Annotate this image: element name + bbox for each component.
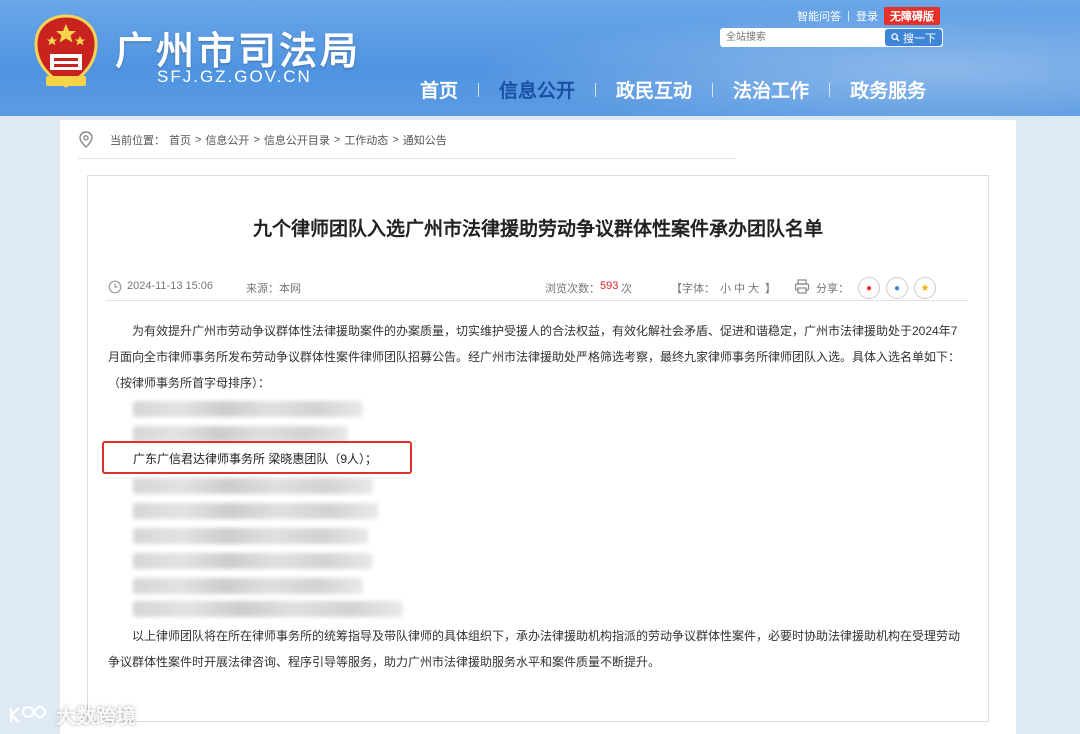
accessible-version-button[interactable]: 无障碍版: [884, 7, 940, 25]
nav-home[interactable]: 首页: [400, 76, 478, 103]
breadcrumb-prefix: 当前位置：: [110, 135, 165, 147]
redacted-list-item: [133, 478, 373, 494]
nav-rule-of-law[interactable]: 法治工作: [713, 76, 829, 103]
redacted-list-item: [133, 578, 363, 594]
smart-qa-link[interactable]: 智能问答: [797, 8, 841, 24]
justice-emblem-icon: [34, 14, 98, 88]
watermark-logo-icon: [9, 705, 46, 723]
search-input[interactable]: [720, 29, 892, 46]
breadcrumb-separator: >: [333, 134, 341, 146]
qzone-star-icon[interactable]: ★: [914, 277, 936, 299]
qq-icon[interactable]: ●: [886, 277, 908, 299]
share-buttons: ● ● ★: [858, 277, 936, 299]
redacted-list-item: [133, 401, 363, 417]
top-links: 智能问答 | 登录 无障碍版: [797, 7, 940, 25]
font-size-label: 【字体：: [671, 283, 715, 295]
redacted-list-item: [133, 601, 403, 617]
weibo-icon[interactable]: ●: [858, 277, 880, 299]
breadcrumb-separator: >: [195, 134, 202, 146]
watermark-text: 大数跨境: [56, 706, 136, 728]
highlighted-law-firm-entry: 广东广信君达律师事务所 梁晓惠团队（9人）；: [133, 452, 378, 466]
clock-icon: [108, 280, 122, 294]
redacted-list-item: [133, 528, 368, 544]
font-size-options[interactable]: 小 中 大: [720, 280, 759, 296]
site-header: 广州市司法局 SFJ.GZ.GOV.CN 智能问答 | 登录 无障碍版 搜一下 …: [0, 0, 1080, 116]
redacted-list-item: [133, 503, 378, 519]
nav-services[interactable]: 政务服务: [830, 76, 946, 103]
breadcrumb-divider: [78, 158, 736, 159]
article-meta: 2024-11-13 15:06 来源：本网 浏览次数： 593 次 【字体： …: [108, 277, 968, 299]
watermark: 大数跨境: [8, 700, 136, 729]
breadcrumb-info-catalog[interactable]: 信息公开目录: [264, 132, 330, 148]
nav-interaction[interactable]: 政民互动: [596, 76, 712, 103]
views-unit: 次: [621, 283, 632, 295]
publish-date: 2024-11-13 15:06: [127, 280, 214, 292]
location-pin-icon: [79, 131, 93, 148]
breadcrumb-home[interactable]: 首页: [169, 132, 191, 148]
divider: |: [847, 10, 850, 22]
breadcrumb-separator: >: [253, 134, 260, 146]
site-domain: SFJ.GZ.GOV.CN: [157, 67, 312, 86]
views-count: 593: [600, 280, 619, 292]
search-button[interactable]: 搜一下: [885, 29, 942, 46]
article-intro-paragraph: 为有效提升广州市劳动争议群体性法律援助案件的办案质量，切实维护受援人的合法权益，…: [108, 324, 961, 390]
article-closing-paragraph: 以上律师团队将在所在律师事务所的统筹指导及带队律师的具体组织下，承办法律援助机构…: [108, 629, 961, 669]
article-title: 九个律师团队入选广州市法律援助劳动争议群体性案件承办团队名单: [252, 218, 823, 240]
breadcrumb-separator: >: [392, 134, 399, 146]
breadcrumb: 当前位置： 首页 > 信息公开 > 信息公开目录 > 工作动态 > 通知公告: [78, 131, 447, 149]
breadcrumb-info-disclosure[interactable]: 信息公开: [205, 132, 249, 148]
breadcrumb-notices[interactable]: 通知公告: [403, 132, 447, 148]
breadcrumb-work-news[interactable]: 工作动态: [344, 132, 388, 148]
login-link[interactable]: 登录: [856, 8, 878, 24]
print-icon[interactable]: [794, 279, 810, 294]
share-label: 分享：: [816, 283, 849, 295]
main-nav: 首页 信息公开 政民互动 法治工作 政务服务: [400, 76, 946, 103]
redacted-list-item: [133, 426, 348, 442]
views-label: 浏览次数：: [545, 283, 600, 295]
font-size-end: 】: [765, 283, 776, 295]
search-button-label: 搜一下: [903, 32, 936, 45]
site-search: 搜一下: [720, 28, 943, 47]
redacted-list-item: [133, 553, 373, 569]
article-source: 来源：本网: [246, 283, 301, 295]
nav-info-disclosure[interactable]: 信息公开: [479, 76, 595, 103]
meta-divider: [106, 300, 968, 301]
search-icon: [891, 33, 900, 42]
